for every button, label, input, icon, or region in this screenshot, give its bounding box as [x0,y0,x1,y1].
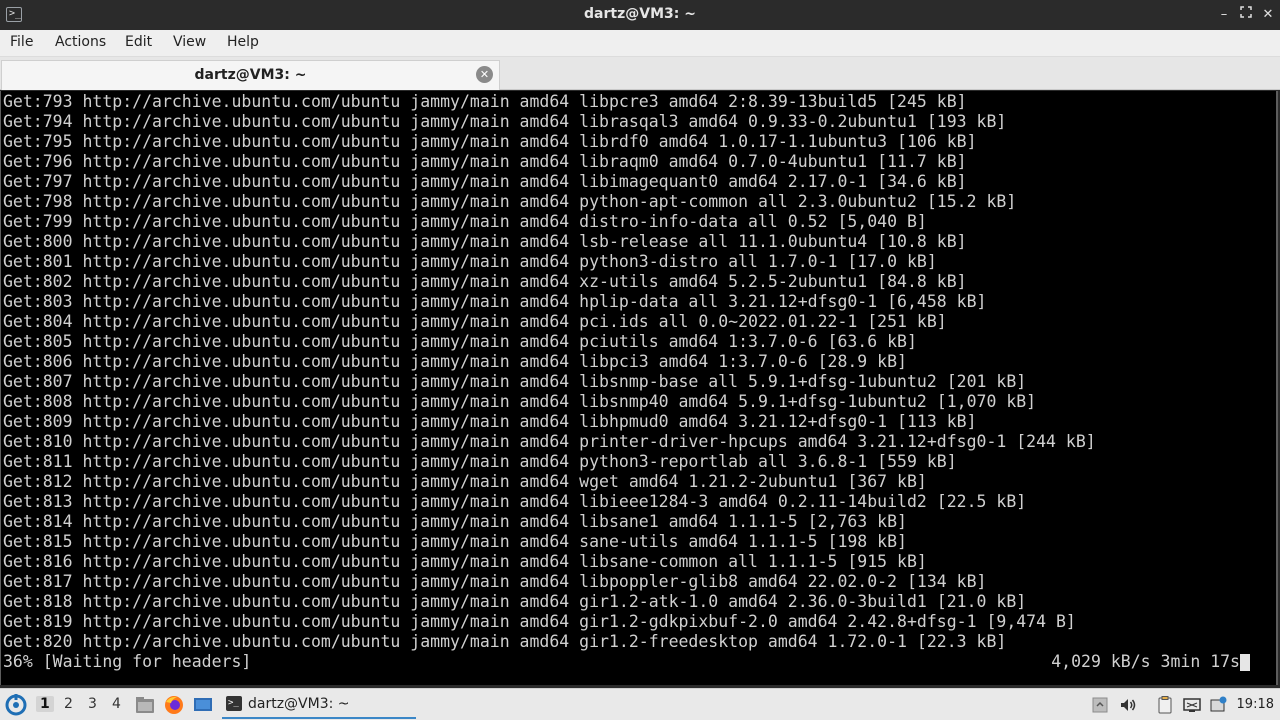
terminal-line: Get:807 http://archive.ubuntu.com/ubuntu… [3,372,1027,391]
menu-help[interactable]: Help [227,34,259,50]
firefox-icon[interactable] [163,694,185,716]
terminal-line: Get:814 http://archive.ubuntu.com/ubuntu… [3,512,907,531]
terminal-line: Get:801 http://archive.ubuntu.com/ubuntu… [3,252,937,271]
workspace-3[interactable]: 3 [88,696,97,712]
terminal-line: Get:820 http://archive.ubuntu.com/ubuntu… [3,632,1007,651]
window-titlebar: >_ dartz@VM3: ~ – ✕ [0,0,1280,30]
menu-view[interactable]: View [173,34,206,50]
terminal-line: Get:796 http://archive.ubuntu.com/ubuntu… [3,152,967,171]
show-desktop-icon[interactable] [192,694,214,716]
terminal-line: Get:818 http://archive.ubuntu.com/ubuntu… [3,592,1027,611]
terminal-line: Get:815 http://archive.ubuntu.com/ubuntu… [3,532,907,551]
workspace-4[interactable]: 4 [112,696,121,712]
window-title: dartz@VM3: ~ [584,6,696,22]
terminal-line: Get:819 http://archive.ubuntu.com/ubuntu… [3,612,1076,631]
menu-file[interactable]: File [10,34,33,50]
terminal-line: Get:803 http://archive.ubuntu.com/ubuntu… [3,292,987,311]
terminal-line: Get:805 http://archive.ubuntu.com/ubuntu… [3,332,917,351]
minimize-button[interactable]: – [1214,5,1234,25]
task-label: dartz@VM3: ~ [248,696,350,712]
close-button[interactable]: ✕ [1258,5,1278,25]
file-manager-icon[interactable] [134,694,156,716]
terminal-line: Get:812 http://archive.ubuntu.com/ubuntu… [3,472,927,491]
terminal-line: Get:809 http://archive.ubuntu.com/ubuntu… [3,412,977,431]
clock[interactable]: 19:18 [1237,697,1274,712]
terminal-icon: >_ [226,696,242,711]
restore-icon [1240,6,1252,18]
menu-edit[interactable]: Edit [125,34,152,50]
terminal-line: Get:799 http://archive.ubuntu.com/ubuntu… [3,212,927,231]
maximize-button[interactable] [1236,5,1256,25]
clipboard-icon[interactable] [1155,695,1175,715]
volume-icon[interactable] [1118,695,1138,715]
terminal-line: Get:802 http://archive.ubuntu.com/ubuntu… [3,272,967,291]
terminal-line: Get:793 http://archive.ubuntu.com/ubuntu… [3,92,967,111]
tab-bar: dartz@VM3: ~ ✕ [0,57,1280,90]
tab-close-icon[interactable]: ✕ [476,66,493,83]
terminal-line: Get:806 http://archive.ubuntu.com/ubuntu… [3,352,907,371]
update-notifier-icon[interactable] [1208,695,1228,715]
start-menu-icon[interactable] [4,693,28,717]
taskbar: 1 2 3 4 >_ dartz@VM3: ~ 19:18 [0,688,1280,720]
terminal-tab[interactable]: dartz@VM3: ~ ✕ [1,60,500,90]
terminal-output[interactable]: Get:793 http://archive.ubuntu.com/ubuntu… [0,91,1278,685]
tab-label: dartz@VM3: ~ [194,67,307,83]
tray-menu-icon[interactable] [1090,695,1110,715]
terminal-line: Get:816 http://archive.ubuntu.com/ubuntu… [3,552,927,571]
terminal-cursor [1240,654,1250,671]
terminal-download-rate: 4,029 kB/s 3min 17s [1051,652,1240,671]
terminal-line: Get:794 http://archive.ubuntu.com/ubuntu… [3,112,1007,131]
terminal-line: Get:813 http://archive.ubuntu.com/ubuntu… [3,492,1027,511]
taskbar-terminal-task[interactable]: >_ dartz@VM3: ~ [222,690,416,719]
workspace-1[interactable]: 1 [36,696,54,712]
terminal-line: Get:804 http://archive.ubuntu.com/ubuntu… [3,312,947,331]
menu-bar: File Actions Edit View Help [0,30,1280,57]
terminal-line: Get:811 http://archive.ubuntu.com/ubuntu… [3,452,957,471]
terminal-line: Get:798 http://archive.ubuntu.com/ubuntu… [3,192,1017,211]
terminal-line: Get:810 http://archive.ubuntu.com/ubuntu… [3,432,1096,451]
terminal-line: Get:795 http://archive.ubuntu.com/ubuntu… [3,132,977,151]
terminal-line: Get:808 http://archive.ubuntu.com/ubuntu… [3,392,1037,411]
menu-actions[interactable]: Actions [55,34,106,50]
network-icon[interactable] [1182,695,1202,715]
terminal-line: Get:797 http://archive.ubuntu.com/ubuntu… [3,172,967,191]
terminal-progress-status: 36% [Waiting for headers] [3,652,252,671]
terminal-line: Get:800 http://archive.ubuntu.com/ubuntu… [3,232,967,251]
workspace-2[interactable]: 2 [64,696,73,712]
terminal-line: Get:817 http://archive.ubuntu.com/ubuntu… [3,572,987,591]
